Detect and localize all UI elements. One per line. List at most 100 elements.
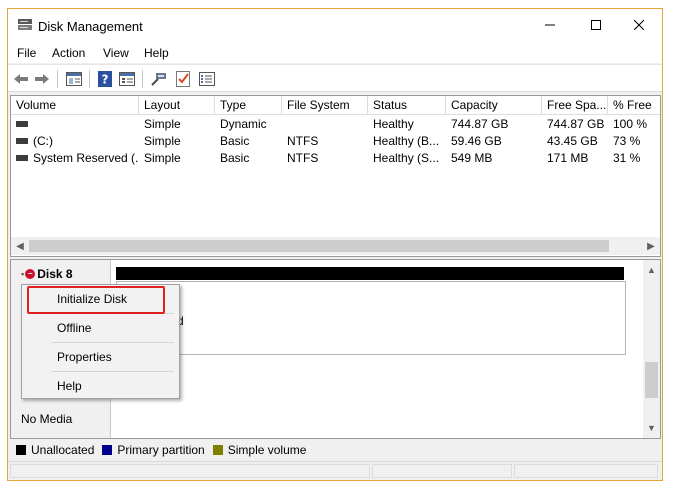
title-bar: Disk Management xyxy=(8,9,662,43)
connect-icon[interactable] xyxy=(150,70,168,88)
legend-simple-volume: Simple volume xyxy=(212,443,307,457)
volume-list: Volume Layout Type File System Status Ca… xyxy=(10,95,661,257)
cell-percent-free: 100 % xyxy=(613,117,648,131)
legend-primary-partition: Primary partition xyxy=(102,443,205,457)
menu-item-properties[interactable]: Properties xyxy=(25,346,175,368)
cell-type: Basic xyxy=(220,134,250,148)
cell-layout: Simple xyxy=(144,117,181,131)
menu-help[interactable]: Help xyxy=(144,46,169,60)
cell-type: Dynamic xyxy=(220,117,267,131)
cell-file-system: NTFS xyxy=(287,151,319,165)
toolbar-separator xyxy=(57,70,58,88)
menu-separator xyxy=(52,371,174,372)
minimize-icon xyxy=(545,19,555,33)
cell-volume: (C:) xyxy=(11,133,139,150)
legend-swatch xyxy=(16,445,26,455)
forward-arrow-icon[interactable] xyxy=(33,70,51,88)
cell-volume: System Reserved (... xyxy=(11,150,139,167)
legend-swatch xyxy=(212,445,223,455)
cell-layout: Simple xyxy=(144,151,181,165)
close-button[interactable] xyxy=(616,9,662,43)
close-icon xyxy=(633,19,645,33)
menu-action[interactable]: Action xyxy=(52,46,85,60)
disk-management-icon xyxy=(17,18,33,32)
volume-name: (C:) xyxy=(33,134,53,148)
menu-file[interactable]: File xyxy=(17,46,36,60)
col-header-file-system[interactable]: File System xyxy=(282,96,368,115)
cell-layout: Simple xyxy=(144,134,181,148)
cell-capacity: 744.87 GB xyxy=(451,117,509,131)
status-cell xyxy=(10,464,370,478)
cell-type: Basic xyxy=(220,151,250,165)
legend-unallocated: Unallocated xyxy=(16,443,94,457)
scroll-right-icon[interactable]: ▶ xyxy=(643,238,659,254)
highlight-box xyxy=(27,286,165,314)
properties-icon[interactable] xyxy=(118,70,136,88)
drive-icon xyxy=(16,154,28,161)
table-row[interactable]: Simple Dynamic Healthy 744.87 GB 744.87 … xyxy=(11,116,660,133)
status-cell xyxy=(372,464,512,478)
cell-free-space: 43.45 GB xyxy=(547,134,598,148)
col-header-percent-free[interactable]: % Free xyxy=(608,96,660,115)
unallocated-bar xyxy=(116,267,624,280)
legend-swatch xyxy=(102,445,113,455)
legend-label: Simple volume xyxy=(227,443,307,457)
disk-label: ▪ − Disk 8 xyxy=(21,267,73,281)
drive-icon xyxy=(16,137,28,144)
no-media-label: No Media xyxy=(21,412,73,426)
drive-icon xyxy=(16,120,28,127)
toolbar: ? xyxy=(8,64,662,92)
menu-separator xyxy=(52,342,174,343)
legend-label: Unallocated xyxy=(31,443,95,457)
horizontal-scrollbar[interactable]: ◀ ▶ xyxy=(11,237,660,255)
legend: Unallocated Primary partition Simple vol… xyxy=(10,441,661,459)
col-header-type[interactable]: Type xyxy=(215,96,282,115)
disk-icon: ▪ xyxy=(21,269,25,279)
menu-item-offline[interactable]: Offline xyxy=(25,317,175,339)
maximize-icon xyxy=(591,19,601,33)
scroll-down-icon[interactable]: ▼ xyxy=(643,420,660,436)
scroll-up-icon[interactable]: ▲ xyxy=(643,262,660,278)
unallocated-region[interactable]: d xyxy=(116,281,626,355)
cell-free-space: 744.87 GB xyxy=(547,117,605,131)
col-header-volume[interactable]: Volume xyxy=(11,96,139,115)
disk-name: Disk 8 xyxy=(37,267,73,281)
volume-list-header: Volume Layout Type File System Status Ca… xyxy=(11,96,660,115)
menu-bar: File Action View Help xyxy=(8,43,662,63)
minimize-button[interactable] xyxy=(527,9,573,43)
toolbar-separator xyxy=(142,70,143,88)
volume-name: System Reserved (... xyxy=(33,151,139,165)
menu-view[interactable]: View xyxy=(103,46,129,60)
cell-percent-free: 31 % xyxy=(613,151,641,165)
back-arrow-icon[interactable] xyxy=(12,70,30,88)
scrollbar-thumb[interactable] xyxy=(645,362,658,398)
cell-status: Healthy (B... xyxy=(373,134,440,148)
cell-capacity: 59.46 GB xyxy=(451,134,502,148)
cell-status: Healthy (S... xyxy=(373,151,440,165)
col-header-free-space[interactable]: Free Spa... xyxy=(542,96,608,115)
cell-volume xyxy=(11,116,139,133)
col-header-layout[interactable]: Layout xyxy=(139,96,215,115)
scroll-left-icon[interactable]: ◀ xyxy=(12,238,28,254)
toolbar-separator xyxy=(89,70,90,88)
list-view-icon[interactable] xyxy=(198,70,216,88)
table-row[interactable]: System Reserved (... Simple Basic NTFS H… xyxy=(11,150,660,167)
maximize-button[interactable] xyxy=(573,9,619,43)
scrollbar-thumb[interactable] xyxy=(29,240,609,252)
help-icon[interactable]: ? xyxy=(96,70,114,88)
window-title: Disk Management xyxy=(38,19,143,34)
cell-file-system: NTFS xyxy=(287,134,319,148)
col-header-capacity[interactable]: Capacity xyxy=(446,96,542,115)
cell-free-space: 171 MB xyxy=(547,151,589,165)
cell-capacity: 549 MB xyxy=(451,151,493,165)
vertical-scrollbar[interactable]: ▲ ▼ xyxy=(643,260,660,438)
disk-management-window: Disk Management File Action View Help ? xyxy=(7,8,663,481)
status-cell xyxy=(514,464,658,478)
col-header-status[interactable]: Status xyxy=(368,96,446,115)
menu-item-help[interactable]: Help xyxy=(25,375,175,397)
console-tree-icon[interactable] xyxy=(65,70,83,88)
checklist-icon[interactable] xyxy=(174,70,192,88)
cell-status: Healthy xyxy=(373,117,414,131)
error-icon: − xyxy=(25,269,36,279)
table-row[interactable]: (C:) Simple Basic NTFS Healthy (B... 59.… xyxy=(11,133,660,150)
